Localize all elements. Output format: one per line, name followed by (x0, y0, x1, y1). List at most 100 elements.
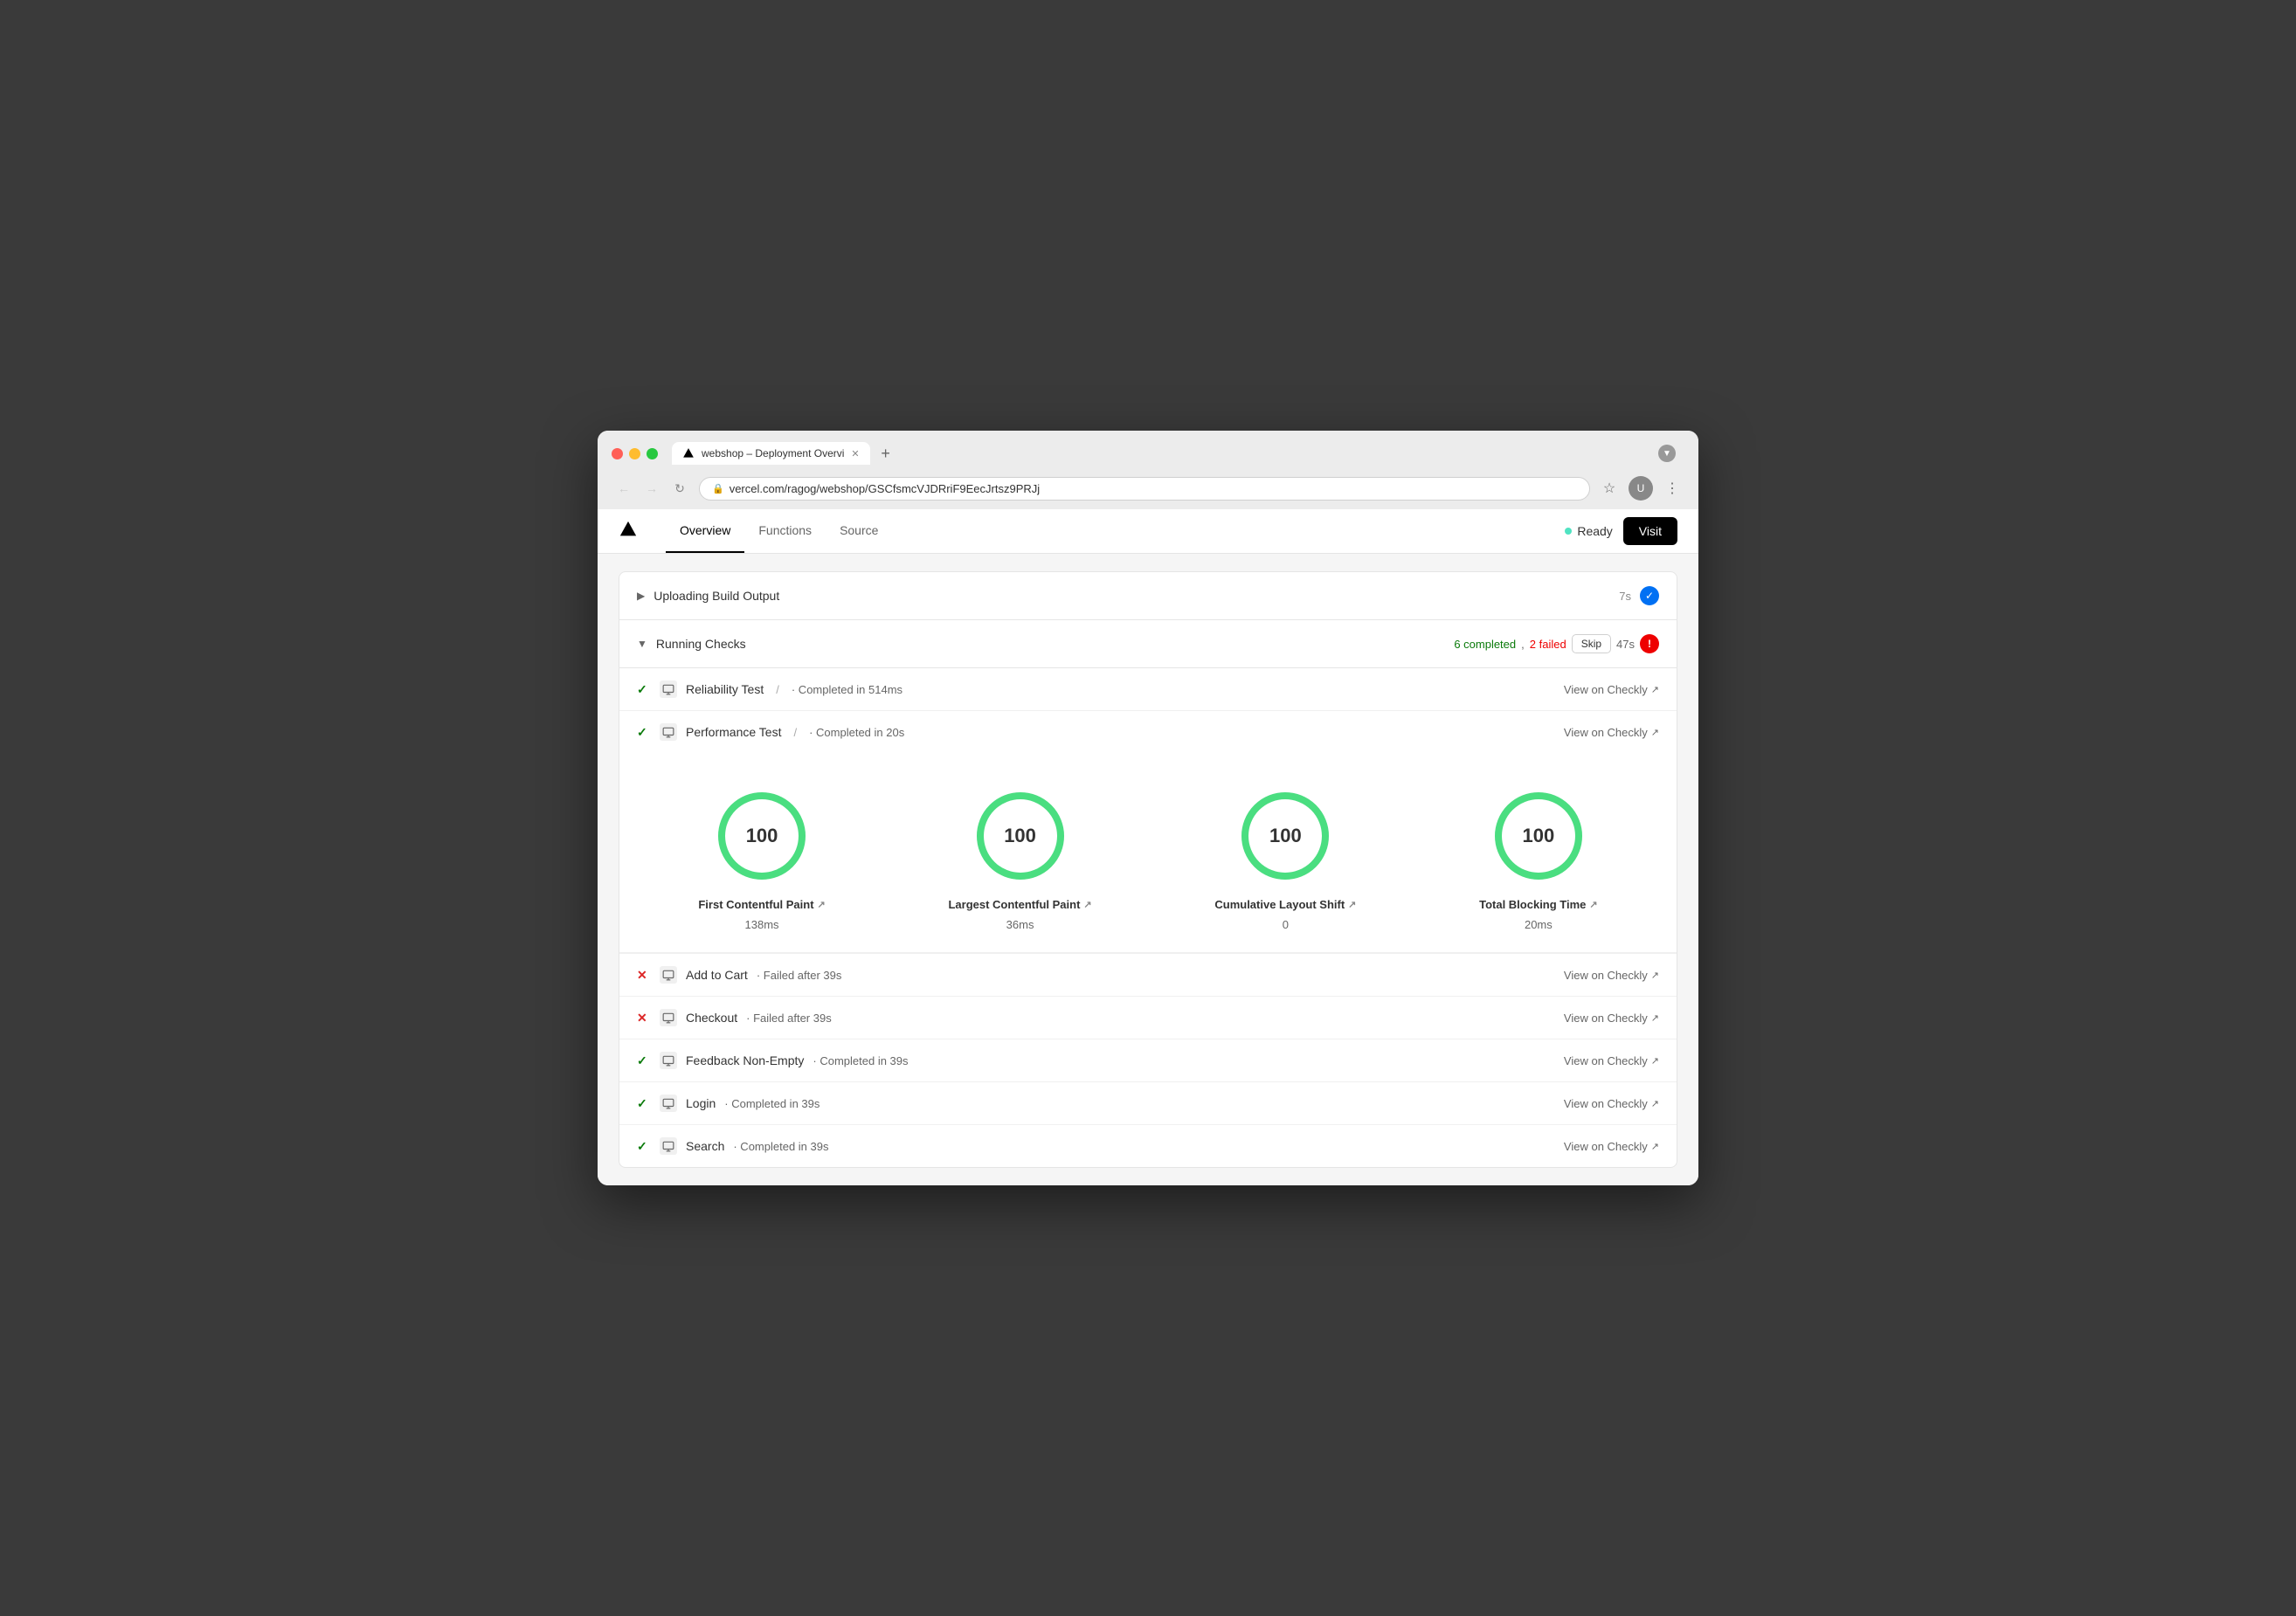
back-button[interactable]: ← (612, 476, 636, 501)
search-monitor-icon (660, 1137, 677, 1155)
feedback-detail: · Completed in 39s (813, 1054, 908, 1067)
login-monitor-icon (660, 1095, 677, 1112)
login-view-link[interactable]: View on Checkly ↗ (1564, 1097, 1659, 1110)
checks-error-icon: ! (1640, 634, 1659, 653)
visit-button[interactable]: Visit (1623, 517, 1677, 545)
checkout-view-link[interactable]: View on Checkly ↗ (1564, 1012, 1659, 1025)
profile-icon[interactable]: U (1629, 476, 1653, 501)
maximize-button[interactable] (647, 448, 658, 459)
address-bar: ← → ↻ 🔒 vercel.com/ragog/webshop/GSCfsmc… (598, 473, 1698, 509)
checkout-fail-icon: ✕ (637, 1011, 651, 1026)
main-content: ▶ Uploading Build Output 7s ✓ ▼ Running … (598, 554, 1698, 1185)
reload-button[interactable]: ↻ (667, 476, 692, 501)
tbt-label: Total Blocking Time ↗ (1479, 898, 1598, 911)
checkout-name: Checkout (686, 1011, 737, 1025)
status-indicator: Ready (1565, 524, 1612, 538)
tbt-value: 20ms (1525, 918, 1553, 931)
login-success-icon: ✓ (637, 1096, 651, 1111)
deployment-card: ▶ Uploading Build Output 7s ✓ ▼ Running … (619, 571, 1677, 1168)
header-right: Ready Visit (1565, 517, 1677, 545)
close-button[interactable] (612, 448, 623, 459)
traffic-lights (612, 448, 658, 459)
login-view-text: View on Checkly (1564, 1097, 1648, 1110)
checkout-detail: · Failed after 39s (746, 1012, 832, 1025)
reliability-external-icon: ↗ (1651, 684, 1659, 695)
search-external-icon: ↗ (1651, 1141, 1659, 1152)
feedback-view-link[interactable]: View on Checkly ↗ (1564, 1054, 1659, 1067)
search-view-link[interactable]: View on Checkly ↗ (1564, 1140, 1659, 1153)
reliability-view-text: View on Checkly (1564, 683, 1648, 696)
title-bar: webshop – Deployment Overvi ✕ + ▼ (598, 431, 1698, 473)
build-title: Uploading Build Output (654, 589, 1610, 603)
new-tab-button[interactable]: + (874, 441, 898, 466)
add-to-cart-monitor-icon (660, 966, 677, 984)
lcp-value: 36ms (1006, 918, 1034, 931)
tab-close-icon[interactable]: ✕ (851, 448, 859, 459)
browser-chrome: webshop – Deployment Overvi ✕ + ▼ ← → ↻ … (598, 431, 1698, 509)
login-name: Login (686, 1096, 716, 1110)
reliability-test-name: Reliability Test (686, 682, 764, 696)
performance-monitor-icon (660, 723, 677, 741)
login-row: ✓ Login · Completed in 39s View on Check… (619, 1082, 1677, 1125)
tbt-link-icon[interactable]: ↗ (1589, 899, 1597, 910)
minimize-button[interactable] (629, 448, 640, 459)
tbt-gauge: 100 (1490, 788, 1587, 884)
skip-button[interactable]: Skip (1572, 634, 1611, 653)
completed-count: 6 completed (1454, 638, 1516, 651)
lcp-link-icon[interactable]: ↗ (1083, 899, 1091, 910)
cls-link-icon[interactable]: ↗ (1348, 899, 1356, 910)
search-detail: · Completed in 39s (733, 1140, 828, 1153)
nav-tabs: Overview Functions Source (666, 509, 892, 553)
bookmark-icon[interactable]: ☆ (1597, 476, 1622, 501)
add-to-cart-detail: · Failed after 39s (757, 969, 842, 982)
reliability-detail: · Completed in 514ms (792, 683, 902, 696)
fcp-link-icon[interactable]: ↗ (818, 899, 826, 910)
lock-icon: 🔒 (712, 483, 724, 494)
browser-actions: ☆ U ⋮ (1597, 476, 1684, 501)
add-to-cart-fail-icon: ✕ (637, 968, 651, 983)
url-bar[interactable]: 🔒 vercel.com/ragog/webshop/GSCfsmcVJDRri… (699, 477, 1590, 501)
logo (619, 520, 638, 543)
feedback-success-icon: ✓ (637, 1053, 651, 1068)
checkout-view-text: View on Checkly (1564, 1012, 1648, 1025)
more-options-icon[interactable]: ⋮ (1660, 476, 1684, 501)
tbt-score: 100 (1523, 825, 1555, 847)
performance-detail: · Completed in 20s (809, 726, 904, 739)
add-to-cart-row: ✕ Add to Cart · Failed after 39s View on… (619, 954, 1677, 997)
checks-title: Running Checks (656, 637, 1445, 651)
performance-view-link[interactable]: View on Checkly ↗ (1564, 726, 1659, 739)
browser-menu-icon[interactable]: ▼ (1658, 445, 1676, 462)
tab-source[interactable]: Source (826, 509, 892, 553)
search-row: ✓ Search · Completed in 39s View on Chec… (619, 1125, 1677, 1167)
checks-time: 47s (1616, 638, 1635, 651)
checkout-row: ✕ Checkout · Failed after 39s View on Ch… (619, 997, 1677, 1039)
lcp-gauge: 100 (972, 788, 1068, 884)
add-to-cart-view-link[interactable]: View on Checkly ↗ (1564, 969, 1659, 982)
checks-collapse-icon[interactable]: ▼ (637, 638, 647, 650)
comma-separator: , (1521, 638, 1525, 651)
login-external-icon: ↗ (1651, 1098, 1659, 1109)
add-to-cart-external-icon: ↗ (1651, 970, 1659, 981)
search-name: Search (686, 1139, 724, 1153)
fcp-label: First Contentful Paint ↗ (698, 898, 825, 911)
tab-functions[interactable]: Functions (744, 509, 826, 553)
checkout-monitor-icon (660, 1009, 677, 1026)
metrics-row: 100 First Contentful Paint ↗ 138ms (619, 762, 1677, 953)
performance-success-icon: ✓ (637, 725, 651, 740)
status-label: Ready (1577, 524, 1612, 538)
tab-overview[interactable]: Overview (666, 509, 744, 553)
expand-icon[interactable]: ▶ (637, 590, 645, 602)
uploading-build-row: ▶ Uploading Build Output 7s ✓ (619, 572, 1677, 620)
app-header: Overview Functions Source Ready Visit (598, 509, 1698, 554)
reliability-view-link[interactable]: View on Checkly ↗ (1564, 683, 1659, 696)
active-tab[interactable]: webshop – Deployment Overvi ✕ (672, 442, 870, 465)
forward-button[interactable]: → (640, 476, 664, 501)
performance-test-name: Performance Test (686, 725, 781, 739)
fcp-value: 138ms (745, 918, 779, 931)
build-time: 7s (1619, 590, 1631, 603)
feedback-monitor-icon (660, 1052, 677, 1069)
cls-score: 100 (1269, 825, 1302, 847)
reliability-monitor-icon (660, 680, 677, 698)
checks-status: 6 completed , 2 failed Skip 47s ! (1454, 634, 1659, 653)
add-to-cart-view-text: View on Checkly (1564, 969, 1648, 982)
